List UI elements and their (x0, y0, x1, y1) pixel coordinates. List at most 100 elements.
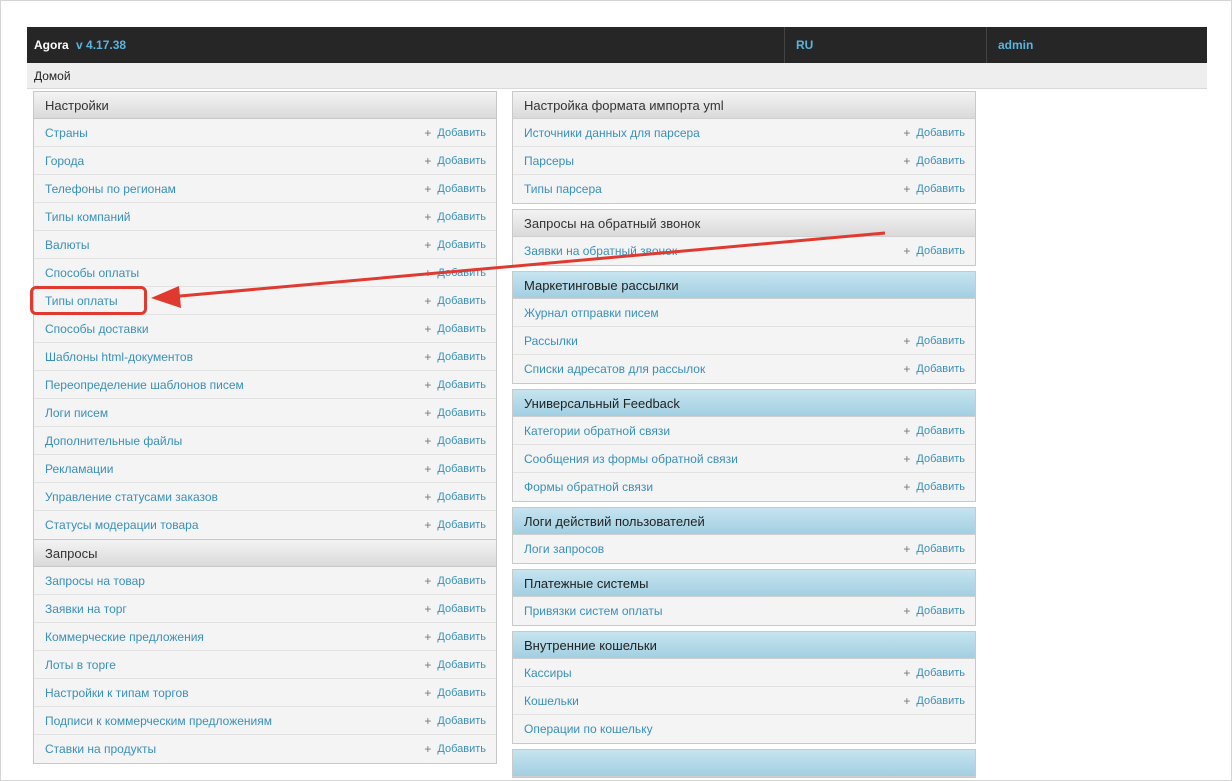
item-link[interactable]: Привязки систем оплаты (524, 604, 663, 618)
item-link[interactable]: Способы оплаты (45, 266, 139, 280)
add-button[interactable]: + Добавить (424, 686, 486, 700)
module-panel (512, 749, 976, 778)
item-link[interactable]: Категории обратной связи (524, 424, 670, 438)
add-button[interactable]: + Добавить (903, 334, 965, 348)
module-caption (513, 750, 975, 777)
item-link[interactable]: Запросы на товар (45, 574, 145, 588)
item-link[interactable]: Ставки на продукты (45, 742, 156, 756)
item-link[interactable]: Шаблоны html-документов (45, 350, 193, 364)
item-link[interactable]: Кошельки (524, 694, 579, 708)
item-link[interactable]: Кассиры (524, 666, 572, 680)
add-button[interactable]: + Добавить (424, 126, 486, 140)
item-link[interactable]: Журнал отправки писем (524, 306, 659, 320)
list-item: Лоты в торге + Добавить (34, 651, 496, 679)
add-button[interactable]: + Добавить (903, 666, 965, 680)
add-button[interactable]: + Добавить (424, 266, 486, 280)
list-item: Журнал отправки писем (513, 299, 975, 327)
item-link[interactable]: Операции по кошельку (524, 722, 653, 736)
breadcrumb: Домой (27, 63, 1207, 89)
item-link[interactable]: Списки адресатов для рассылок (524, 362, 705, 376)
item-link[interactable]: Коммерческие предложения (45, 630, 204, 644)
item-link[interactable]: Статусы модерации товара (45, 518, 199, 532)
add-button[interactable]: + Добавить (424, 434, 486, 448)
add-label: Добавить (437, 350, 486, 363)
add-button[interactable]: + Добавить (424, 182, 486, 196)
item-link[interactable]: Страны (45, 126, 88, 140)
list-item: Страны + Добавить (34, 119, 496, 147)
add-button[interactable]: + Добавить (424, 602, 486, 616)
add-button[interactable]: + Добавить (903, 424, 965, 438)
add-label: Добавить (437, 490, 486, 503)
item-link[interactable]: Типы парсера (524, 182, 602, 196)
item-link[interactable]: Настройки к типам торгов (45, 686, 189, 700)
add-button[interactable]: + Добавить (903, 542, 965, 556)
item-link[interactable]: Заявки на торг (45, 602, 127, 616)
item-link[interactable]: Парсеры (524, 154, 574, 168)
brand[interactable]: Agora v 4.17.38 (27, 38, 784, 52)
item-link[interactable]: Рассылки (524, 334, 578, 348)
add-button[interactable]: + Добавить (424, 658, 486, 672)
add-button[interactable]: + Добавить (424, 406, 486, 420)
add-button[interactable]: + Добавить (903, 604, 965, 618)
add-button[interactable]: + Добавить (424, 490, 486, 504)
app-version: v 4.17.38 (76, 38, 127, 52)
list-item: Запросы на товар + Добавить (34, 567, 496, 595)
add-button[interactable]: + Добавить (903, 694, 965, 708)
plus-icon: + (424, 209, 432, 224)
add-button[interactable]: + Добавить (424, 154, 486, 168)
add-button[interactable]: + Добавить (903, 452, 965, 466)
plus-icon: + (424, 265, 432, 280)
add-button[interactable]: + Добавить (424, 462, 486, 476)
list-item: Шаблоны html-документов + Добавить (34, 343, 496, 371)
item-link[interactable]: Рекламации (45, 462, 113, 476)
item-link[interactable]: Переопределение шаблонов писем (45, 378, 244, 392)
add-button[interactable]: + Добавить (424, 350, 486, 364)
add-button[interactable]: + Добавить (424, 238, 486, 252)
item-link[interactable]: Источники данных для парсера (524, 126, 700, 140)
add-label: Добавить (437, 602, 486, 615)
item-link[interactable]: Типы оплаты (45, 294, 118, 308)
add-button[interactable]: + Добавить (424, 378, 486, 392)
add-label: Добавить (916, 452, 965, 465)
add-button[interactable]: + Добавить (903, 154, 965, 168)
add-button[interactable]: + Добавить (903, 480, 965, 494)
add-button[interactable]: + Добавить (903, 244, 965, 258)
add-button[interactable]: + Добавить (424, 294, 486, 308)
item-link[interactable]: Типы компаний (45, 210, 130, 224)
add-button[interactable]: + Добавить (903, 182, 965, 196)
item-link[interactable]: Управление статусами заказов (45, 490, 218, 504)
item-link[interactable]: Валюты (45, 238, 90, 252)
item-link[interactable]: Телефоны по регионам (45, 182, 176, 196)
add-button[interactable]: + Добавить (903, 126, 965, 140)
item-link[interactable]: Способы доставки (45, 322, 149, 336)
add-button[interactable]: + Добавить (424, 322, 486, 336)
item-link[interactable]: Дополнительные файлы (45, 434, 182, 448)
item-link[interactable]: Заявки на обратный звонок (524, 244, 677, 258)
language-switcher[interactable]: RU (784, 27, 986, 63)
plus-icon: + (903, 604, 911, 618)
item-link[interactable]: Подписи к коммерческим предложениям (45, 714, 272, 728)
add-button[interactable]: + Добавить (424, 630, 486, 644)
add-button[interactable]: + Добавить (424, 742, 486, 756)
add-button[interactable]: + Добавить (903, 362, 965, 376)
list-item: Ставки на продукты + Добавить (34, 735, 496, 763)
list-item: Логи запросов + Добавить (513, 535, 975, 563)
item-link[interactable]: Лоты в торге (45, 658, 116, 672)
item-link[interactable]: Логи писем (45, 406, 108, 420)
add-label: Добавить (437, 714, 486, 727)
add-button[interactable]: + Добавить (424, 518, 486, 532)
breadcrumb-home[interactable]: Домой (34, 69, 71, 83)
add-button[interactable]: + Добавить (424, 714, 486, 728)
item-link[interactable]: Сообщения из формы обратной связи (524, 452, 738, 466)
add-button[interactable]: + Добавить (424, 210, 486, 224)
module-caption: Запросы (34, 539, 496, 567)
module-caption: Логи действий пользователей (513, 508, 975, 535)
screenshot-frame: Agora v 4.17.38 RU admin Домой Настройки… (0, 0, 1232, 781)
item-link[interactable]: Логи запросов (524, 542, 604, 556)
add-button[interactable]: + Добавить (424, 574, 486, 588)
plus-icon: + (903, 693, 911, 708)
add-label: Добавить (437, 686, 486, 699)
item-link[interactable]: Формы обратной связи (524, 480, 653, 494)
user-menu[interactable]: admin (986, 27, 1207, 63)
item-link[interactable]: Города (45, 154, 84, 168)
